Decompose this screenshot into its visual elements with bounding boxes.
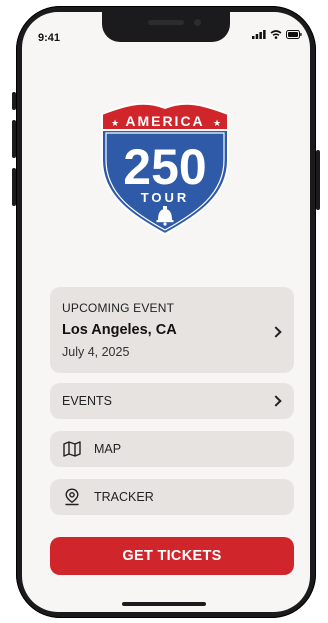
logo-number: 250 — [123, 139, 206, 195]
map-button[interactable]: MAP — [50, 431, 294, 467]
event-city: Los Angeles, CA — [62, 322, 177, 338]
signal-icon — [252, 30, 266, 39]
chevron-right-icon — [270, 395, 282, 407]
wifi-icon — [270, 30, 282, 39]
events-label: EVENTS — [62, 394, 113, 408]
logo-subtitle: TOUR — [141, 190, 190, 205]
upcoming-event-card[interactable]: UPCOMING EVENT Los Angeles, CA July 4, 2… — [50, 287, 294, 373]
map-label: MAP — [94, 442, 122, 456]
front-camera — [194, 19, 201, 26]
battery-icon — [286, 30, 302, 39]
home-indicator — [122, 602, 206, 606]
tracker-label: TRACKER — [94, 490, 154, 504]
mute-switch — [12, 92, 16, 110]
volume-down-button — [12, 168, 16, 206]
chevron-right-icon — [270, 326, 282, 338]
star-left-icon: ★ — [111, 119, 119, 129]
status-time: 9:41 — [38, 32, 61, 44]
volume-up-button — [12, 120, 16, 158]
star-right-icon: ★ — [213, 119, 221, 129]
upcoming-event-label: UPCOMING EVENT — [62, 301, 175, 315]
event-date: July 4, 2025 — [62, 345, 130, 359]
logo-banner-text: AMERICA — [125, 113, 204, 129]
map-icon — [63, 441, 81, 457]
events-button[interactable]: EVENTS — [50, 383, 294, 419]
earpiece — [148, 20, 184, 25]
america-250-logo: AMERICA ★ ★ 250 TOUR — [101, 102, 229, 236]
tracker-button[interactable]: TRACKER — [50, 479, 294, 515]
get-tickets-button[interactable]: GET TICKETS — [50, 537, 294, 575]
status-icons — [252, 30, 302, 39]
location-pin-icon — [65, 488, 79, 506]
notch — [102, 12, 230, 42]
power-button — [316, 150, 320, 210]
